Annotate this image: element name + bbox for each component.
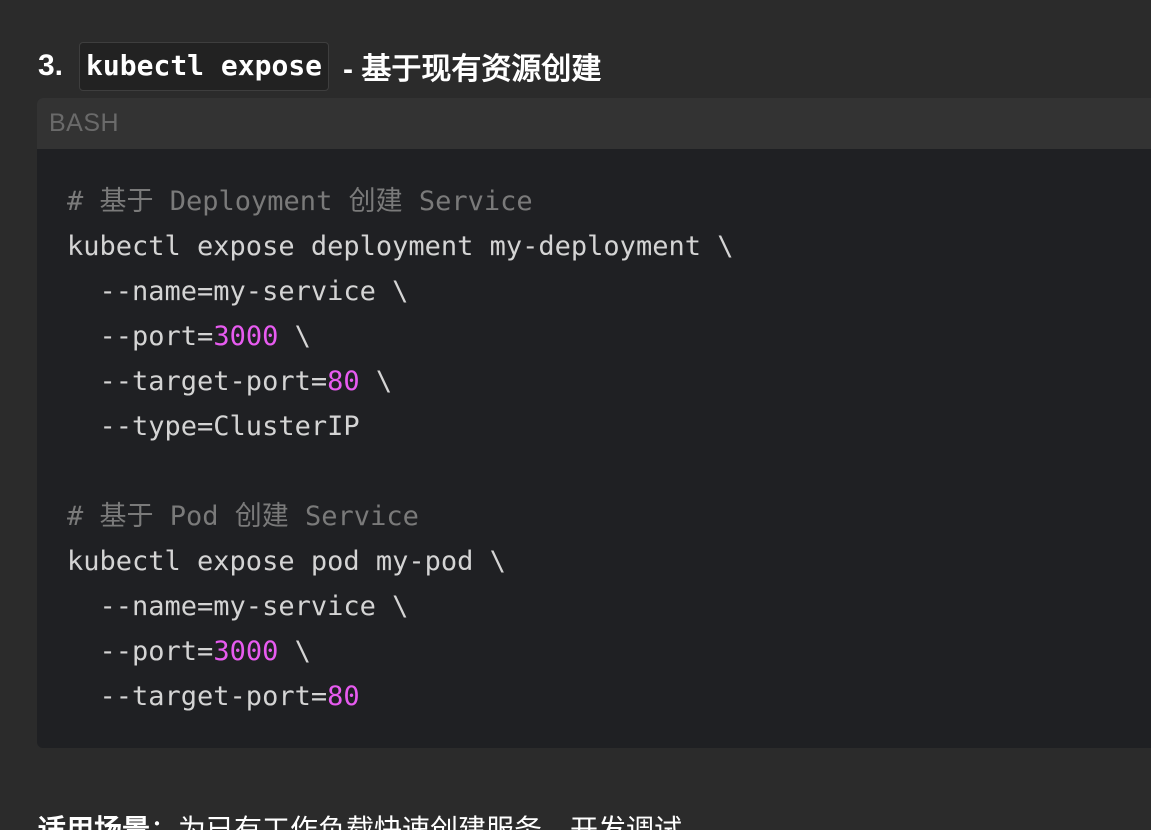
code-language-label: BASH	[49, 109, 120, 137]
usage-scenario-text: ：为已有工作负载快速创建服务、开发调试	[150, 814, 683, 830]
code-line: --type=ClusterIP	[67, 404, 1151, 449]
code-token-comment: # 基于 Pod 创建 Service	[67, 501, 419, 532]
code-line: --target-port=80 \	[67, 359, 1151, 404]
code-token-number: 3000	[213, 636, 279, 667]
code-line: # 基于 Pod 创建 Service	[67, 494, 1151, 539]
code-line: --name=my-service \	[67, 269, 1151, 314]
code-token-plain: --target-port=	[67, 681, 328, 712]
code-line: --name=my-service \	[67, 584, 1151, 629]
code-line: --port=3000 \	[67, 314, 1151, 359]
code-line: --port=3000 \	[67, 629, 1151, 674]
code-token-number: 80	[327, 681, 360, 712]
usage-scenario-label: 适用场景	[38, 814, 151, 830]
code-token-plain: kubectl expose deployment my-deployment …	[67, 231, 734, 262]
code-token-number: 3000	[213, 321, 279, 352]
heading-title: - 基于现有资源创建	[343, 53, 602, 86]
code-line: kubectl expose deployment my-deployment …	[67, 224, 1151, 269]
code-token-plain: --type=ClusterIP	[67, 411, 360, 442]
code-token-plain: \	[278, 321, 311, 352]
code-token-plain: --name=my-service \	[67, 276, 409, 307]
code-line: --target-port=80	[67, 674, 1151, 719]
code-token-plain: --name=my-service \	[67, 591, 409, 622]
code-token-plain: \	[278, 636, 311, 667]
code-content[interactable]: # 基于 Deployment 创建 Service kubectl expose…	[37, 149, 1151, 719]
usage-scenario: 适用场景：为已有工作负载快速创建服务、开发调试	[38, 808, 682, 830]
code-block-header: BASH	[37, 98, 1151, 149]
code-line: # 基于 Deployment 创建 Service	[67, 179, 1151, 224]
code-token-plain: --port=	[67, 636, 214, 667]
section-heading: 3. kubectl expose - 基于现有资源创建	[38, 41, 601, 91]
code-token-number: 80	[327, 366, 360, 397]
heading-command-code: kubectl expose	[79, 41, 330, 91]
code-line: kubectl expose pod my-pod \	[67, 539, 1151, 584]
code-token-plain: --target-port=	[67, 366, 328, 397]
code-token-plain: --port=	[67, 321, 214, 352]
code-block: BASH # 基于 Deployment 创建 Service kubectl e…	[37, 98, 1151, 748]
heading-number: 3.	[38, 49, 64, 82]
code-token-plain: kubectl expose pod my-pod \	[67, 546, 506, 577]
code-token-plain: \	[359, 366, 393, 397]
code-token-comment: # 基于 Deployment 创建 Service	[67, 186, 533, 217]
